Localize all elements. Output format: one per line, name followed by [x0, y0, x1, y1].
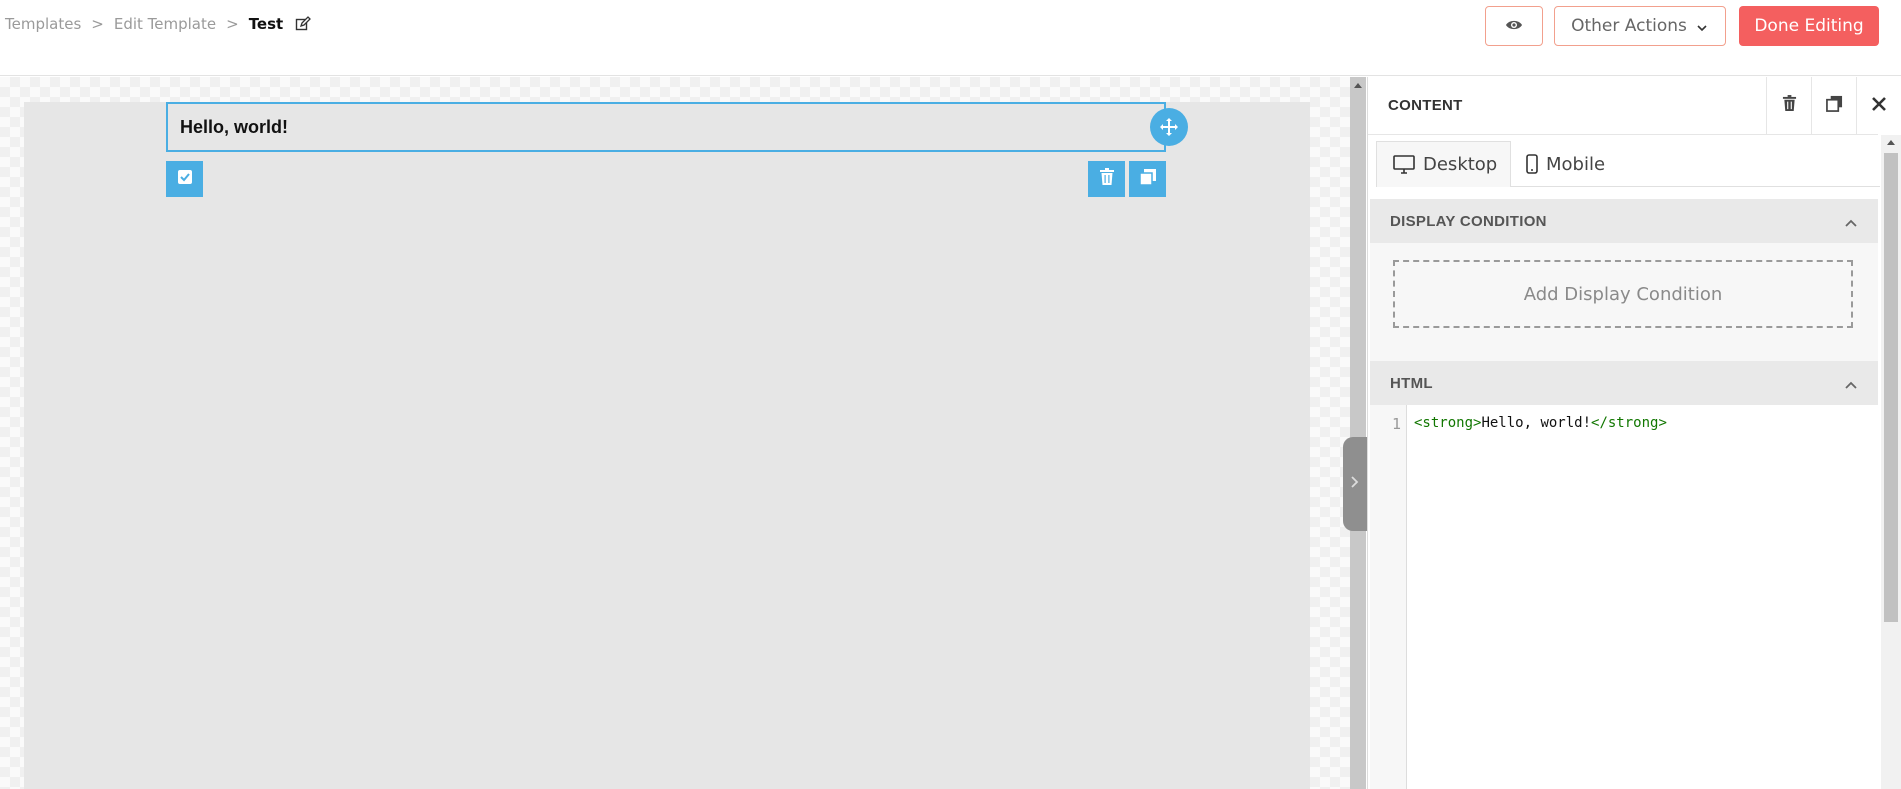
display-condition-body: Add Display Condition: [1370, 243, 1878, 361]
panel-close-button[interactable]: [1856, 77, 1900, 135]
top-bar: Templates > Edit Template > Test Other A…: [0, 0, 1901, 76]
edit-name-icon[interactable]: [295, 16, 312, 32]
text-block[interactable]: Hello, world!: [166, 102, 1166, 152]
display-condition-header[interactable]: DISPLAY CONDITION: [1370, 199, 1878, 243]
code-text: Hello, world!: [1481, 415, 1592, 431]
display-condition-title: DISPLAY CONDITION: [1390, 212, 1547, 230]
chevron-right-icon: [1350, 475, 1360, 494]
checkbox-icon: [177, 169, 193, 190]
breadcrumb-templates[interactable]: Templates: [5, 15, 81, 33]
add-display-condition-button[interactable]: Add Display Condition: [1393, 260, 1853, 328]
chevron-down-icon: [1695, 19, 1709, 33]
code-gutter: 1: [1370, 405, 1407, 789]
line-number: 1: [1391, 415, 1401, 433]
done-editing-button[interactable]: Done Editing: [1739, 6, 1879, 46]
select-block-button[interactable]: [166, 161, 203, 197]
tab-desktop[interactable]: Desktop: [1376, 141, 1511, 187]
email-page: [24, 102, 1310, 789]
breadcrumb-current: Test: [248, 15, 284, 33]
panel-scrollbar-thumb[interactable]: [1884, 153, 1898, 622]
panel-header: CONTENT: [1368, 77, 1886, 135]
collapse-panel-handle[interactable]: [1343, 437, 1367, 531]
copy-icon: [1825, 95, 1843, 117]
canvas-scrollbar[interactable]: [1350, 77, 1366, 789]
panel-title: CONTENT: [1388, 97, 1463, 114]
panel-delete-button[interactable]: [1766, 77, 1811, 135]
html-code-editor[interactable]: 1 <strong>Hello, world!</strong>: [1370, 405, 1878, 789]
preview-button[interactable]: [1485, 6, 1543, 46]
duplicate-block-button[interactable]: [1129, 161, 1166, 197]
breadcrumb-edit-template[interactable]: Edit Template: [114, 15, 216, 33]
scroll-up-arrow-icon[interactable]: [1354, 83, 1362, 88]
other-actions-label: Other Actions: [1571, 16, 1687, 36]
breadcrumb: Templates > Edit Template > Test: [5, 15, 312, 33]
chevron-up-icon: [1844, 215, 1858, 232]
copy-icon: [1138, 168, 1157, 191]
code-line[interactable]: <strong>Hello, world!</strong>: [1414, 415, 1667, 431]
desktop-icon: [1393, 154, 1415, 174]
tab-mobile-label: Mobile: [1546, 153, 1606, 175]
other-actions-button[interactable]: Other Actions: [1554, 6, 1726, 46]
breadcrumb-separator: >: [226, 15, 239, 33]
html-section-title: HTML: [1390, 374, 1433, 392]
properties-panel: CONTENT Desktop Mobile DISPLAY CONDITION…: [1367, 77, 1901, 789]
close-icon: [1871, 96, 1887, 117]
panel-duplicate-button[interactable]: [1811, 77, 1856, 135]
breadcrumb-separator: >: [91, 15, 104, 33]
panel-scrollbar[interactable]: [1881, 135, 1901, 789]
html-section-header[interactable]: HTML: [1370, 361, 1878, 405]
delete-block-button[interactable]: [1088, 161, 1125, 197]
eye-icon: [1505, 16, 1523, 36]
trash-icon: [1099, 167, 1115, 191]
code-close-tag: </strong>: [1591, 415, 1667, 431]
move-icon[interactable]: [1150, 108, 1188, 146]
chevron-up-icon: [1844, 377, 1858, 394]
tab-desktop-label: Desktop: [1423, 154, 1498, 175]
scroll-up-arrow-icon[interactable]: [1887, 140, 1895, 145]
mobile-icon: [1526, 154, 1538, 174]
tab-mobile[interactable]: Mobile: [1526, 141, 1646, 187]
code-open-tag: <strong>: [1414, 415, 1482, 431]
device-tabs: Desktop Mobile: [1376, 141, 1880, 187]
trash-icon: [1782, 95, 1797, 117]
